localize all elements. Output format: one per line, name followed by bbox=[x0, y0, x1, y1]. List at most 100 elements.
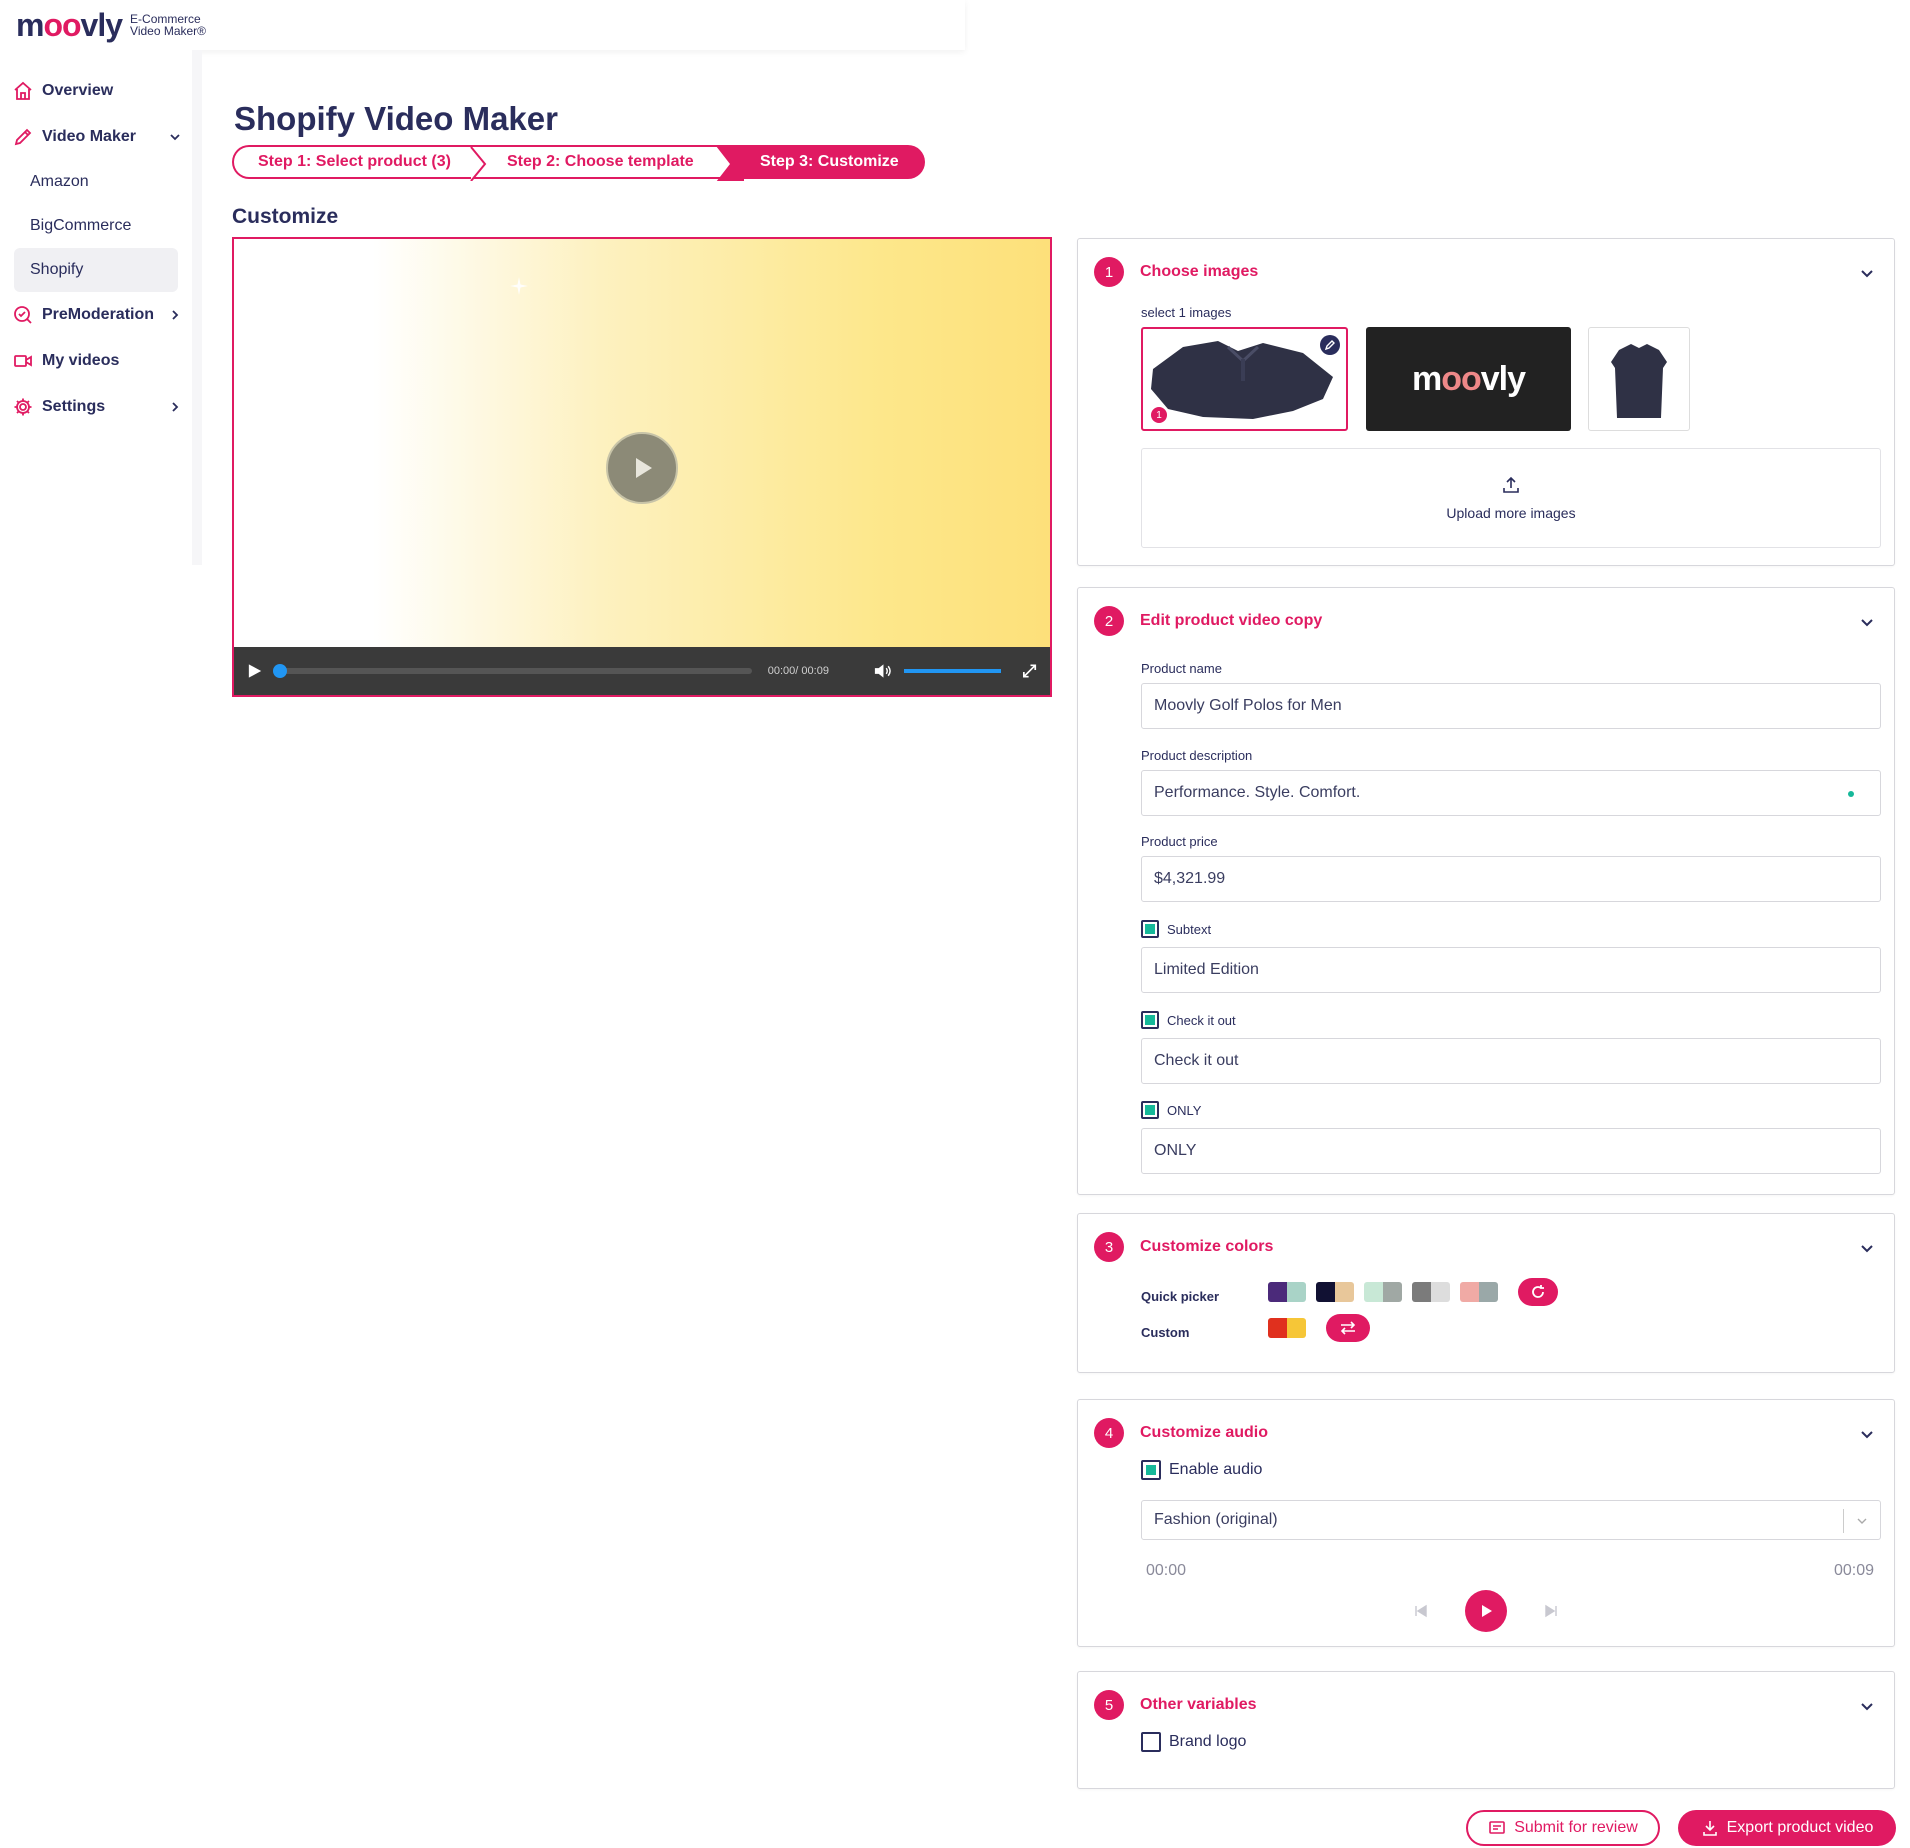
select-divider bbox=[1843, 1509, 1844, 1533]
product-name-label: Product name bbox=[1141, 661, 1222, 676]
chevron-down-icon[interactable] bbox=[1858, 614, 1876, 632]
refresh-icon bbox=[1532, 1285, 1544, 1298]
quick-picker-label: Quick picker bbox=[1141, 1289, 1220, 1304]
panel-title: Customize colors bbox=[1140, 1238, 1274, 1255]
check-it-out-checkbox[interactable] bbox=[1141, 1011, 1159, 1029]
subtext-input[interactable] bbox=[1141, 947, 1881, 993]
subtext-checkbox[interactable] bbox=[1141, 920, 1159, 938]
image-thumbnail[interactable] bbox=[1588, 327, 1690, 431]
step-wizard: Step 1: Select product (3) Step 2: Choos… bbox=[232, 145, 925, 181]
step-3-customize[interactable]: Step 3: Customize bbox=[730, 145, 925, 179]
sidebar-subitem-bigcommerce[interactable]: BigCommerce bbox=[14, 204, 178, 248]
audio-player-controls bbox=[1078, 1590, 1894, 1632]
step-number-badge: 5 bbox=[1094, 1690, 1124, 1720]
video-preview[interactable]: 00:00/ 00:09 bbox=[232, 237, 1052, 697]
color-swatch[interactable] bbox=[1316, 1282, 1354, 1302]
play-icon bbox=[636, 458, 652, 478]
chevron-down-icon[interactable] bbox=[1858, 1240, 1876, 1258]
panel-title: Other variables bbox=[1140, 1696, 1257, 1713]
panel-customize-audio: 4 Customize audio Enable audio Fashion (… bbox=[1077, 1399, 1895, 1647]
logo-wordmark: moovly bbox=[16, 6, 123, 43]
step-2-choose-template[interactable]: Step 2: Choose template bbox=[485, 145, 744, 181]
custom-colors-label: Custom bbox=[1141, 1325, 1190, 1340]
only-input[interactable] bbox=[1141, 1128, 1881, 1174]
sidebar-subitem-shopify[interactable]: Shopify bbox=[14, 248, 178, 292]
image-thumbnail[interactable]: moovly bbox=[1366, 327, 1571, 431]
step-separator bbox=[716, 147, 744, 181]
selection-order-badge: 1 bbox=[1151, 407, 1167, 423]
audio-track-select[interactable]: Fashion (original) bbox=[1141, 1500, 1881, 1540]
export-product-video-button[interactable]: Export product video bbox=[1678, 1810, 1896, 1846]
audio-play-button[interactable] bbox=[1465, 1590, 1507, 1632]
upload-icon bbox=[1503, 476, 1519, 493]
chevron-down-icon[interactable] bbox=[1858, 265, 1876, 283]
top-bar: moovly E-Commerce Video Maker® bbox=[0, 0, 965, 50]
brand-logo-checkbox[interactable] bbox=[1141, 1732, 1161, 1752]
custom-swatches bbox=[1268, 1314, 1370, 1342]
video-time: 00:00/ 00:09 bbox=[767, 665, 829, 677]
sidebar-item-overview[interactable]: Overview bbox=[0, 68, 192, 114]
only-toggle[interactable]: ONLY bbox=[1141, 1101, 1201, 1119]
swap-colors-button[interactable] bbox=[1326, 1314, 1370, 1342]
color-swatch[interactable] bbox=[1268, 1282, 1306, 1302]
panel-title: Customize audio bbox=[1140, 1424, 1269, 1441]
panel-header[interactable]: 2 Edit product video copy bbox=[1094, 606, 1322, 636]
only-checkbox[interactable] bbox=[1141, 1101, 1159, 1119]
check-it-out-toggle[interactable]: Check it out bbox=[1141, 1011, 1236, 1029]
video-play-button[interactable] bbox=[606, 432, 678, 504]
skip-forward-icon[interactable] bbox=[1543, 1603, 1559, 1619]
edit-icon[interactable] bbox=[1320, 335, 1340, 355]
panel-header[interactable]: 4 Customize audio bbox=[1094, 1418, 1268, 1448]
product-description-input[interactable] bbox=[1141, 770, 1881, 816]
sidebar-subitem-amazon[interactable]: Amazon bbox=[14, 160, 178, 204]
step-separator bbox=[470, 147, 487, 181]
panel-header[interactable]: 1 Choose images bbox=[1094, 257, 1258, 287]
panel-header[interactable]: 5 Other variables bbox=[1094, 1690, 1257, 1720]
sidebar-item-settings[interactable]: Settings bbox=[0, 384, 192, 430]
skip-back-icon[interactable] bbox=[1413, 1603, 1429, 1619]
image-thumbnail-selected[interactable]: 1 bbox=[1141, 327, 1348, 431]
color-swatch[interactable] bbox=[1412, 1282, 1450, 1302]
subtext-toggle[interactable]: Subtext bbox=[1141, 920, 1211, 938]
color-swatch[interactable] bbox=[1460, 1282, 1498, 1302]
custom-color-swatch[interactable] bbox=[1268, 1318, 1306, 1338]
submit-for-review-button[interactable]: Submit for review bbox=[1466, 1810, 1660, 1846]
video-progress-bar[interactable] bbox=[273, 664, 752, 678]
product-price-input[interactable] bbox=[1141, 856, 1881, 902]
chevron-down-icon[interactable] bbox=[1858, 1698, 1876, 1716]
check-it-out-input[interactable] bbox=[1141, 1038, 1881, 1084]
chevron-down-icon[interactable] bbox=[1858, 1426, 1876, 1444]
volume-slider[interactable] bbox=[904, 669, 1001, 673]
home-icon bbox=[12, 80, 34, 102]
polo-shirt-image bbox=[1151, 341, 1333, 419]
moovly-logo[interactable]: moovly E-Commerce Video Maker® bbox=[16, 7, 206, 44]
panel-header[interactable]: 3 Customize colors bbox=[1094, 1232, 1273, 1262]
product-description-label: Product description bbox=[1141, 748, 1253, 763]
video-progress-knob[interactable] bbox=[273, 664, 288, 678]
fullscreen-icon[interactable] bbox=[1021, 662, 1038, 680]
section-title: Customize bbox=[232, 205, 339, 228]
enable-audio-checkbox[interactable] bbox=[1141, 1460, 1161, 1480]
enable-audio-toggle[interactable]: Enable audio bbox=[1141, 1460, 1262, 1480]
chevron-right-icon bbox=[172, 310, 179, 320]
video-camera-icon bbox=[12, 350, 34, 372]
chevron-down-icon bbox=[170, 134, 180, 141]
panel-customize-colors: 3 Customize colors Quick picker Custom bbox=[1077, 1213, 1895, 1373]
audio-time-start: 00:00 bbox=[1146, 1562, 1187, 1579]
chevron-right-icon bbox=[172, 402, 179, 412]
color-swatch[interactable] bbox=[1364, 1282, 1402, 1302]
sidebar-item-my-videos[interactable]: My videos bbox=[0, 338, 192, 384]
volume-icon[interactable] bbox=[873, 662, 894, 680]
product-name-input[interactable] bbox=[1141, 683, 1881, 729]
upload-images-button[interactable]: Upload more images bbox=[1141, 448, 1881, 548]
sidebar-item-video-maker[interactable]: Video Maker bbox=[0, 114, 192, 160]
polo-shirt-image bbox=[1611, 344, 1667, 418]
download-icon bbox=[1702, 1821, 1717, 1836]
brand-logo-toggle[interactable]: Brand logo bbox=[1141, 1732, 1246, 1752]
play-icon[interactable] bbox=[246, 662, 263, 680]
sidebar-item-premoderation[interactable]: PreModeration bbox=[0, 292, 192, 338]
logo-wordmark-image: moovly bbox=[1411, 359, 1526, 398]
panel-title: Choose images bbox=[1140, 263, 1259, 280]
refresh-colors-button[interactable] bbox=[1518, 1278, 1558, 1306]
step-1-select-product[interactable]: Step 1: Select product (3) bbox=[232, 145, 487, 181]
